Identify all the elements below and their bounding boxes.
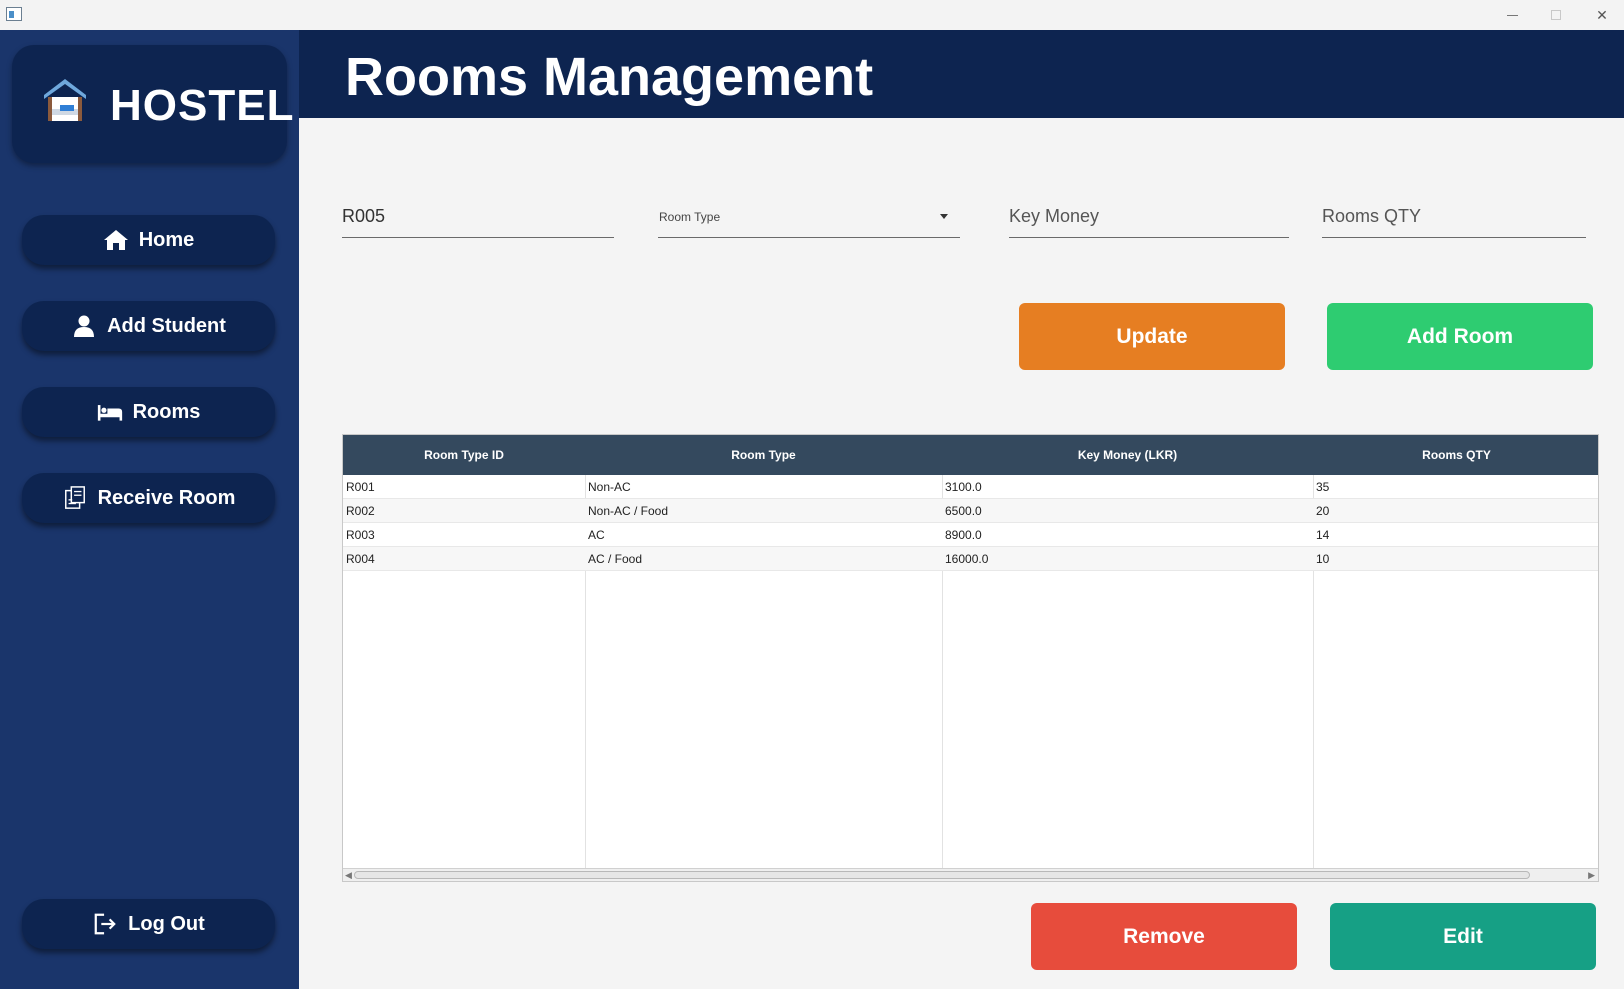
hostel-logo-icon bbox=[44, 79, 86, 121]
close-icon[interactable]: ✕ bbox=[1580, 0, 1624, 30]
table-row[interactable]: R004 AC / Food 16000.0 10 bbox=[343, 547, 1598, 571]
cell-key-money: 16000.0 bbox=[945, 552, 989, 566]
cell-rooms-qty: 10 bbox=[1316, 552, 1330, 566]
sidebar-item-label: Home bbox=[138, 228, 195, 251]
rooms-qty-field[interactable] bbox=[1322, 196, 1586, 238]
receipt-icon bbox=[64, 486, 85, 509]
sidebar: HOSTEL Home Add Student Rooms Receive Ro… bbox=[0, 30, 299, 989]
cell-room-type: Non-AC bbox=[588, 480, 631, 494]
table-row[interactable]: R001 Non-AC 3100.0 35 bbox=[343, 475, 1598, 499]
scroll-right-icon[interactable]: ▶ bbox=[1588, 870, 1595, 881]
cell-rooms-qty: 20 bbox=[1316, 504, 1330, 518]
cell-room-type: AC bbox=[588, 528, 605, 542]
column-header-room-type[interactable]: Room Type bbox=[585, 435, 942, 475]
key-money-input[interactable] bbox=[1009, 196, 1289, 237]
table-row[interactable]: R003 AC 8900.0 14 bbox=[343, 523, 1598, 547]
cell-room-type-id: R002 bbox=[346, 504, 375, 518]
key-money-field[interactable] bbox=[1009, 196, 1289, 238]
sidebar-item-label: Rooms bbox=[132, 400, 201, 423]
user-icon bbox=[74, 315, 95, 337]
maximize-icon[interactable] bbox=[1534, 0, 1578, 30]
column-header-room-type-id[interactable]: Room Type ID bbox=[343, 435, 585, 475]
app-icon bbox=[6, 7, 22, 21]
minimize-icon[interactable] bbox=[1490, 0, 1534, 30]
sidebar-item-label: Receive Room bbox=[97, 486, 236, 509]
chevron-down-icon bbox=[940, 214, 948, 219]
add-room-button[interactable]: Add Room bbox=[1327, 303, 1593, 370]
table-header: Room Type ID Room Type Key Money (LKR) R… bbox=[343, 435, 1598, 475]
cell-room-type-id: R003 bbox=[346, 528, 375, 542]
logo-text: HOSTEL bbox=[110, 81, 295, 130]
remove-button[interactable]: Remove bbox=[1031, 903, 1297, 970]
scroll-left-icon[interactable]: ◀ bbox=[345, 870, 352, 881]
horizontal-scrollbar[interactable]: ◀ ▶ bbox=[343, 868, 1598, 881]
update-button[interactable]: Update bbox=[1019, 303, 1285, 370]
logout-button[interactable]: Log Out bbox=[22, 899, 275, 949]
sidebar-item-add-student[interactable]: Add Student bbox=[22, 301, 275, 351]
room-type-dropdown[interactable]: Room Type bbox=[658, 196, 960, 238]
home-icon bbox=[103, 230, 128, 250]
sidebar-item-home[interactable]: Home bbox=[22, 215, 275, 265]
logout-icon bbox=[94, 913, 116, 935]
window-title-bar: ✕ bbox=[0, 0, 1624, 30]
logo-card: HOSTEL bbox=[12, 45, 293, 163]
cell-rooms-qty: 14 bbox=[1316, 528, 1330, 542]
cell-room-type-id: R004 bbox=[346, 552, 375, 566]
rooms-qty-input[interactable] bbox=[1322, 196, 1586, 237]
cell-room-type: Non-AC / Food bbox=[588, 504, 669, 518]
cell-key-money: 6500.0 bbox=[945, 504, 982, 518]
sidebar-item-receive-room[interactable]: Receive Room bbox=[22, 473, 275, 523]
room-type-id-input[interactable] bbox=[342, 196, 614, 237]
table-row[interactable]: R002 Non-AC / Food 6500.0 20 bbox=[343, 499, 1598, 523]
logout-label: Log Out bbox=[128, 912, 205, 935]
edit-button[interactable]: Edit bbox=[1330, 903, 1596, 970]
sidebar-item-rooms[interactable]: Rooms bbox=[22, 387, 275, 437]
cell-key-money: 8900.0 bbox=[945, 528, 982, 542]
cell-key-money: 3100.0 bbox=[945, 480, 982, 494]
sidebar-item-label: Add Student bbox=[107, 314, 226, 337]
column-header-rooms-qty[interactable]: Rooms QTY bbox=[1313, 435, 1600, 475]
cell-rooms-qty: 35 bbox=[1316, 480, 1330, 494]
room-type-label: Room Type bbox=[659, 209, 721, 224]
bed-icon bbox=[97, 405, 122, 421]
room-type-id-field[interactable] bbox=[342, 196, 614, 238]
cell-room-type-id: R001 bbox=[346, 480, 375, 494]
page-header: Rooms Management bbox=[299, 30, 1624, 118]
rooms-table[interactable]: Room Type ID Room Type Key Money (LKR) R… bbox=[342, 434, 1599, 882]
page-title: Rooms Management bbox=[345, 47, 874, 107]
cell-room-type: AC / Food bbox=[588, 552, 643, 566]
scrollbar-thumb[interactable] bbox=[354, 871, 1530, 879]
column-header-key-money[interactable]: Key Money (LKR) bbox=[942, 435, 1313, 475]
